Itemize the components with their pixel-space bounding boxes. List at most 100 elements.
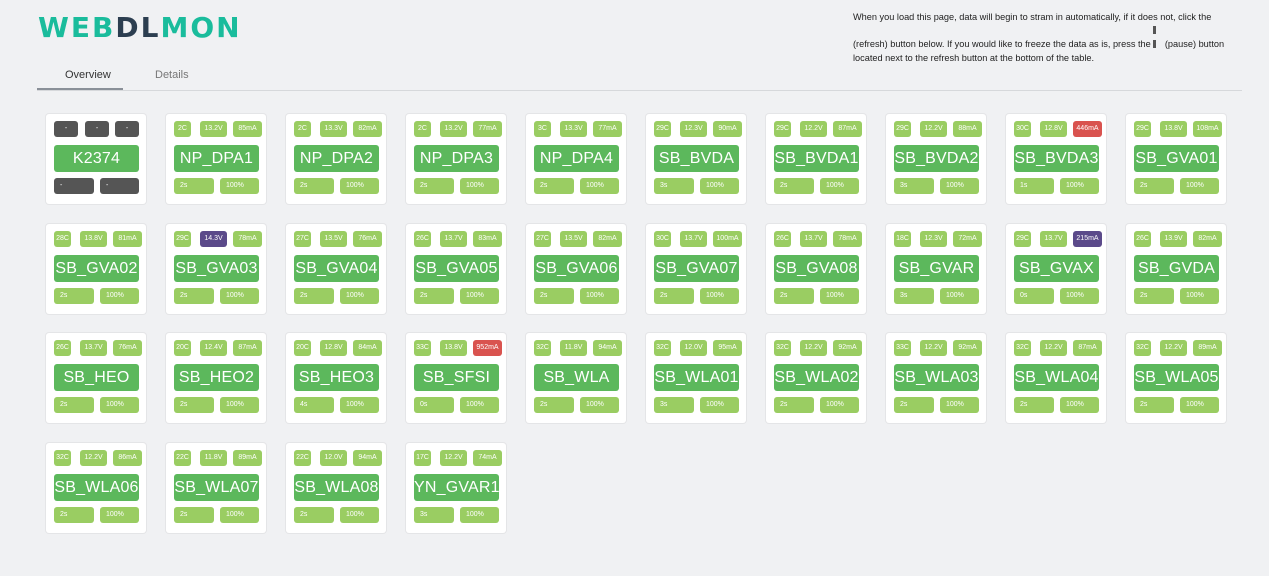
device-name: SB_WLA01 [654, 364, 739, 391]
grid-large-icon [49, 70, 59, 79]
device-card[interactable]: 32C 12.2V 86mA SB_WLA06 2s 100% [46, 443, 146, 533]
interval-badge: 2s [294, 288, 334, 304]
temperature-badge: 3C [534, 121, 551, 137]
device-card[interactable]: 32C 12.0V 95mA SB_WLA01 3s 100% [646, 333, 746, 423]
device-card[interactable]: 22C 11.8V 89mA SB_WLA07 2s 100% [166, 443, 266, 533]
current-badge: 446mA [1073, 121, 1102, 137]
temperature-badge: 27C [294, 231, 311, 247]
device-card[interactable]: 26C 13.7V 76mA SB_HEO 2s 100% [46, 333, 146, 423]
interval-badge: 2s [174, 507, 214, 523]
device-card[interactable]: 29C 12.3V 90mA SB_BVDA 3s 100% [646, 114, 746, 204]
device-name: SB_HEO3 [294, 364, 379, 391]
temperature-badge: 32C [774, 340, 791, 356]
device-card[interactable]: 17C 12.2V 74mA YN_GVAR1 3s 100% [406, 443, 506, 533]
voltage-badge: 13.7V [680, 231, 707, 247]
percent-badge: 100% [100, 288, 139, 304]
device-card[interactable]: 29C 12.2V 87mA SB_BVDA1 2s 100% [766, 114, 866, 204]
percent-badge: - [100, 178, 139, 194]
device-card[interactable]: 29C 13.7V 215mA SB_GVAX 0s 100% [1006, 224, 1106, 314]
device-card[interactable]: 26C 13.7V 83mA SB_GVA05 2s 100% [406, 224, 506, 314]
device-card[interactable]: 32C 12.2V 92mA SB_WLA02 2s 100% [766, 333, 866, 423]
current-badge: 84mA [353, 340, 382, 356]
temperature-badge: 30C [1014, 121, 1031, 137]
current-badge: 82mA [353, 121, 382, 137]
device-card[interactable]: 27C 13.5V 82mA SB_GVA06 2s 100% [526, 224, 626, 314]
device-card[interactable]: 32C 12.2V 89mA SB_WLA05 2s 100% [1126, 333, 1226, 423]
percent-badge: 100% [700, 397, 739, 413]
current-badge: 94mA [593, 340, 622, 356]
percent-badge: 100% [220, 178, 259, 194]
tab-overview[interactable]: Overview [37, 62, 123, 90]
device-card[interactable]: 2C 13.3V 82mA NP_DPA2 2s 100% [286, 114, 386, 204]
percent-badge: 100% [820, 178, 859, 194]
logo-part-dl: DL [115, 11, 161, 44]
percent-badge: 100% [1060, 178, 1099, 194]
interval-badge: 2s [654, 288, 694, 304]
percent-badge: 100% [1180, 178, 1219, 194]
device-name: SB_WLA [534, 364, 619, 391]
device-name: SB_GVA07 [654, 255, 739, 282]
temperature-badge: 2C [174, 121, 191, 137]
device-card[interactable]: 33C 13.8V 952mA SB_SFSI 0s 100% [406, 333, 506, 423]
instructions-text: When you load this page, data will begin… [853, 10, 1243, 65]
device-card[interactable]: 32C 11.8V 94mA SB_WLA 2s 100% [526, 333, 626, 423]
voltage-badge: 13.5V [560, 231, 587, 247]
device-card[interactable]: 27C 13.5V 76mA SB_GVA04 2s 100% [286, 224, 386, 314]
current-badge: 952mA [473, 340, 502, 356]
interval-badge: 3s [894, 178, 934, 194]
temperature-badge: 29C [774, 121, 791, 137]
interval-badge: 2s [534, 288, 574, 304]
device-card[interactable]: 29C 14.3V 78mA SB_GVA03 2s 100% [166, 224, 266, 314]
device-card[interactable]: 26C 13.9V 82mA SB_GVDA 2s 100% [1126, 224, 1226, 314]
voltage-badge: 13.7V [800, 231, 827, 247]
temperature-badge: 26C [1134, 231, 1151, 247]
tab-details[interactable]: Details [127, 62, 201, 89]
voltage-badge: 12.2V [80, 450, 107, 466]
current-badge: - [115, 121, 139, 137]
device-name: SB_GVA01 [1134, 145, 1219, 172]
interval-badge: 2s [414, 178, 454, 194]
device-name: SB_BVDA2 [894, 145, 979, 172]
interval-badge: 2s [534, 178, 574, 194]
temperature-badge: - [54, 121, 78, 137]
device-card[interactable]: 30C 12.8V 446mA SB_BVDA3 1s 100% [1006, 114, 1106, 204]
device-card[interactable]: 30C 13.7V 100mA SB_GVA07 2s 100% [646, 224, 746, 314]
device-card[interactable]: 20C 12.8V 84mA SB_HEO3 4s 100% [286, 333, 386, 423]
temperature-badge: 30C [654, 231, 671, 247]
device-card[interactable]: 28C 13.8V 81mA SB_GVA02 2s 100% [46, 224, 146, 314]
device-card[interactable]: 18C 12.3V 72mA SB_GVAR 3s 100% [886, 224, 986, 314]
interval-badge: 2s [174, 397, 214, 413]
percent-badge: 100% [220, 288, 259, 304]
interval-badge: 2s [774, 178, 814, 194]
device-name: SB_WLA04 [1014, 364, 1099, 391]
device-card[interactable]: 22C 12.0V 94mA SB_WLA08 2s 100% [286, 443, 386, 533]
current-badge: 78mA [833, 231, 862, 247]
device-name: SB_WLA08 [294, 474, 379, 501]
device-card[interactable]: - - - K2374- - [46, 114, 146, 204]
voltage-badge: 12.2V [440, 450, 467, 466]
device-card[interactable]: 2C 13.2V 77mA NP_DPA3 2s 100% [406, 114, 506, 204]
device-name: SB_WLA03 [894, 364, 979, 391]
device-card[interactable]: 33C 12.2V 92mA SB_WLA03 2s 100% [886, 333, 986, 423]
view-tabs: Overview Details [37, 62, 1242, 91]
device-card[interactable]: 29C 12.2V 88mA SB_BVDA2 3s 100% [886, 114, 986, 204]
interval-badge: 2s [1134, 288, 1174, 304]
temperature-badge: 22C [174, 450, 191, 466]
interval-badge: 2s [294, 178, 334, 194]
device-name: SB_BVDA [654, 145, 739, 172]
interval-badge: 2s [774, 397, 814, 413]
percent-badge: 100% [820, 397, 859, 413]
voltage-badge: 12.0V [680, 340, 707, 356]
current-badge: 215mA [1073, 231, 1102, 247]
interval-badge: 2s [894, 397, 934, 413]
device-card[interactable]: 32C 12.2V 87mA SB_WLA04 2s 100% [1006, 333, 1106, 423]
voltage-badge: 13.2V [200, 121, 227, 137]
temperature-badge: 33C [894, 340, 911, 356]
percent-badge: 100% [460, 507, 499, 523]
device-card[interactable]: 3C 13.3V 77mA NP_DPA4 2s 100% [526, 114, 626, 204]
device-card[interactable]: 20C 12.4V 87mA SB_HEO2 2s 100% [166, 333, 266, 423]
device-card[interactable]: 29C 13.8V 108mA SB_GVA01 2s 100% [1126, 114, 1226, 204]
percent-badge: 100% [700, 178, 739, 194]
device-card[interactable]: 2C 13.2V 85mA NP_DPA1 2s 100% [166, 114, 266, 204]
device-card[interactable]: 26C 13.7V 78mA SB_GVA08 2s 100% [766, 224, 866, 314]
